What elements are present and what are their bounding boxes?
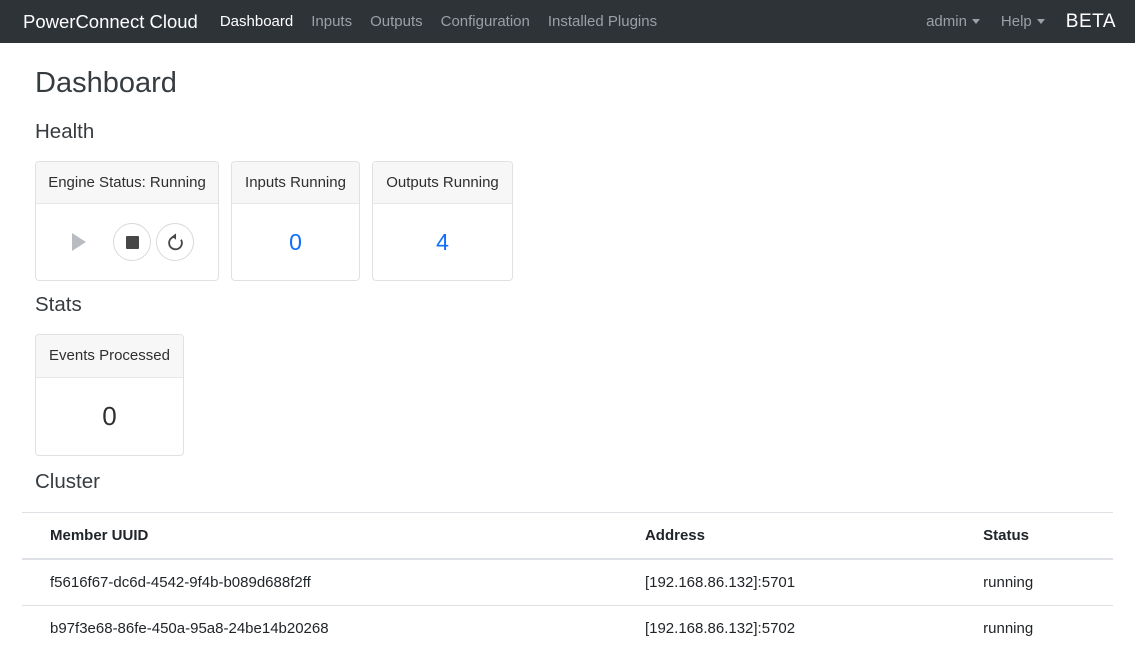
- main-content: Dashboard Health Engine Status: Running: [0, 66, 1135, 651]
- outputs-running-value: 4: [436, 231, 449, 254]
- cluster-heading: Cluster: [35, 470, 1113, 495]
- status-cell: running: [971, 559, 1113, 606]
- navbar-right: admin Help BETA: [926, 11, 1116, 33]
- caret-down-icon: [1037, 19, 1045, 24]
- events-processed-value: 0: [102, 403, 116, 429]
- engine-button-group: [60, 223, 194, 261]
- address-cell: [192.168.86.132]:5701: [633, 559, 971, 606]
- cluster-table-header-row: Member UUID Address Status: [22, 512, 1113, 559]
- nav-item-inputs[interactable]: Inputs: [311, 13, 352, 30]
- engine-status-card-title: Engine Status: Running: [36, 162, 218, 204]
- status-cell: running: [971, 605, 1113, 651]
- caret-down-icon: [972, 19, 980, 24]
- member-uuid-cell: b97f3e68-86fe-450a-95a8-24be14b20268: [22, 605, 633, 651]
- column-header-member-uuid: Member UUID: [22, 512, 633, 559]
- cluster-table: Member UUID Address Status f5616f67-dc6d…: [22, 512, 1113, 651]
- brand-title[interactable]: PowerConnect Cloud: [23, 11, 198, 33]
- health-card-row: Engine Status: Running: [35, 161, 1113, 281]
- restart-icon: [165, 232, 186, 253]
- admin-dropdown[interactable]: admin: [926, 13, 980, 30]
- inputs-running-value: 0: [289, 231, 302, 254]
- help-dropdown[interactable]: Help: [1001, 13, 1045, 30]
- table-row: b97f3e68-86fe-450a-95a8-24be14b20268 [19…: [22, 605, 1113, 651]
- events-processed-card-title: Events Processed: [36, 335, 183, 378]
- health-heading: Health: [35, 120, 1113, 145]
- nav-item-dashboard[interactable]: Dashboard: [220, 13, 293, 30]
- events-processed-card: Events Processed 0: [35, 334, 184, 456]
- column-header-address: Address: [633, 512, 971, 559]
- stop-engine-button[interactable]: [113, 223, 151, 261]
- admin-dropdown-label: admin: [926, 13, 967, 30]
- nav-item-installed-plugins[interactable]: Installed Plugins: [548, 13, 657, 30]
- top-navbar: PowerConnect Cloud Dashboard Inputs Outp…: [0, 0, 1135, 43]
- stats-card-row: Events Processed 0: [35, 334, 1113, 456]
- stats-heading: Stats: [35, 293, 1113, 318]
- start-engine-button[interactable]: [60, 223, 98, 261]
- inputs-running-card: Inputs Running 0: [231, 161, 360, 281]
- stop-icon: [126, 236, 139, 249]
- nav-item-configuration[interactable]: Configuration: [441, 13, 530, 30]
- nav-item-outputs[interactable]: Outputs: [370, 13, 423, 30]
- outputs-running-card-title: Outputs Running: [373, 162, 512, 204]
- restart-engine-button[interactable]: [156, 223, 194, 261]
- main-nav: Dashboard Inputs Outputs Configuration I…: [220, 13, 675, 30]
- inputs-running-card-title: Inputs Running: [232, 162, 359, 204]
- page-title: Dashboard: [35, 66, 1113, 101]
- member-uuid-cell: f5616f67-dc6d-4542-9f4b-b089d688f2ff: [22, 559, 633, 606]
- outputs-running-card: Outputs Running 4: [372, 161, 513, 281]
- table-row: f5616f67-dc6d-4542-9f4b-b089d688f2ff [19…: [22, 559, 1113, 606]
- column-header-status: Status: [971, 512, 1113, 559]
- address-cell: [192.168.86.132]:5702: [633, 605, 971, 651]
- engine-status-card-body: [36, 204, 218, 280]
- beta-badge: BETA: [1066, 11, 1116, 33]
- play-icon: [72, 233, 86, 251]
- help-dropdown-label: Help: [1001, 13, 1032, 30]
- engine-status-card: Engine Status: Running: [35, 161, 219, 281]
